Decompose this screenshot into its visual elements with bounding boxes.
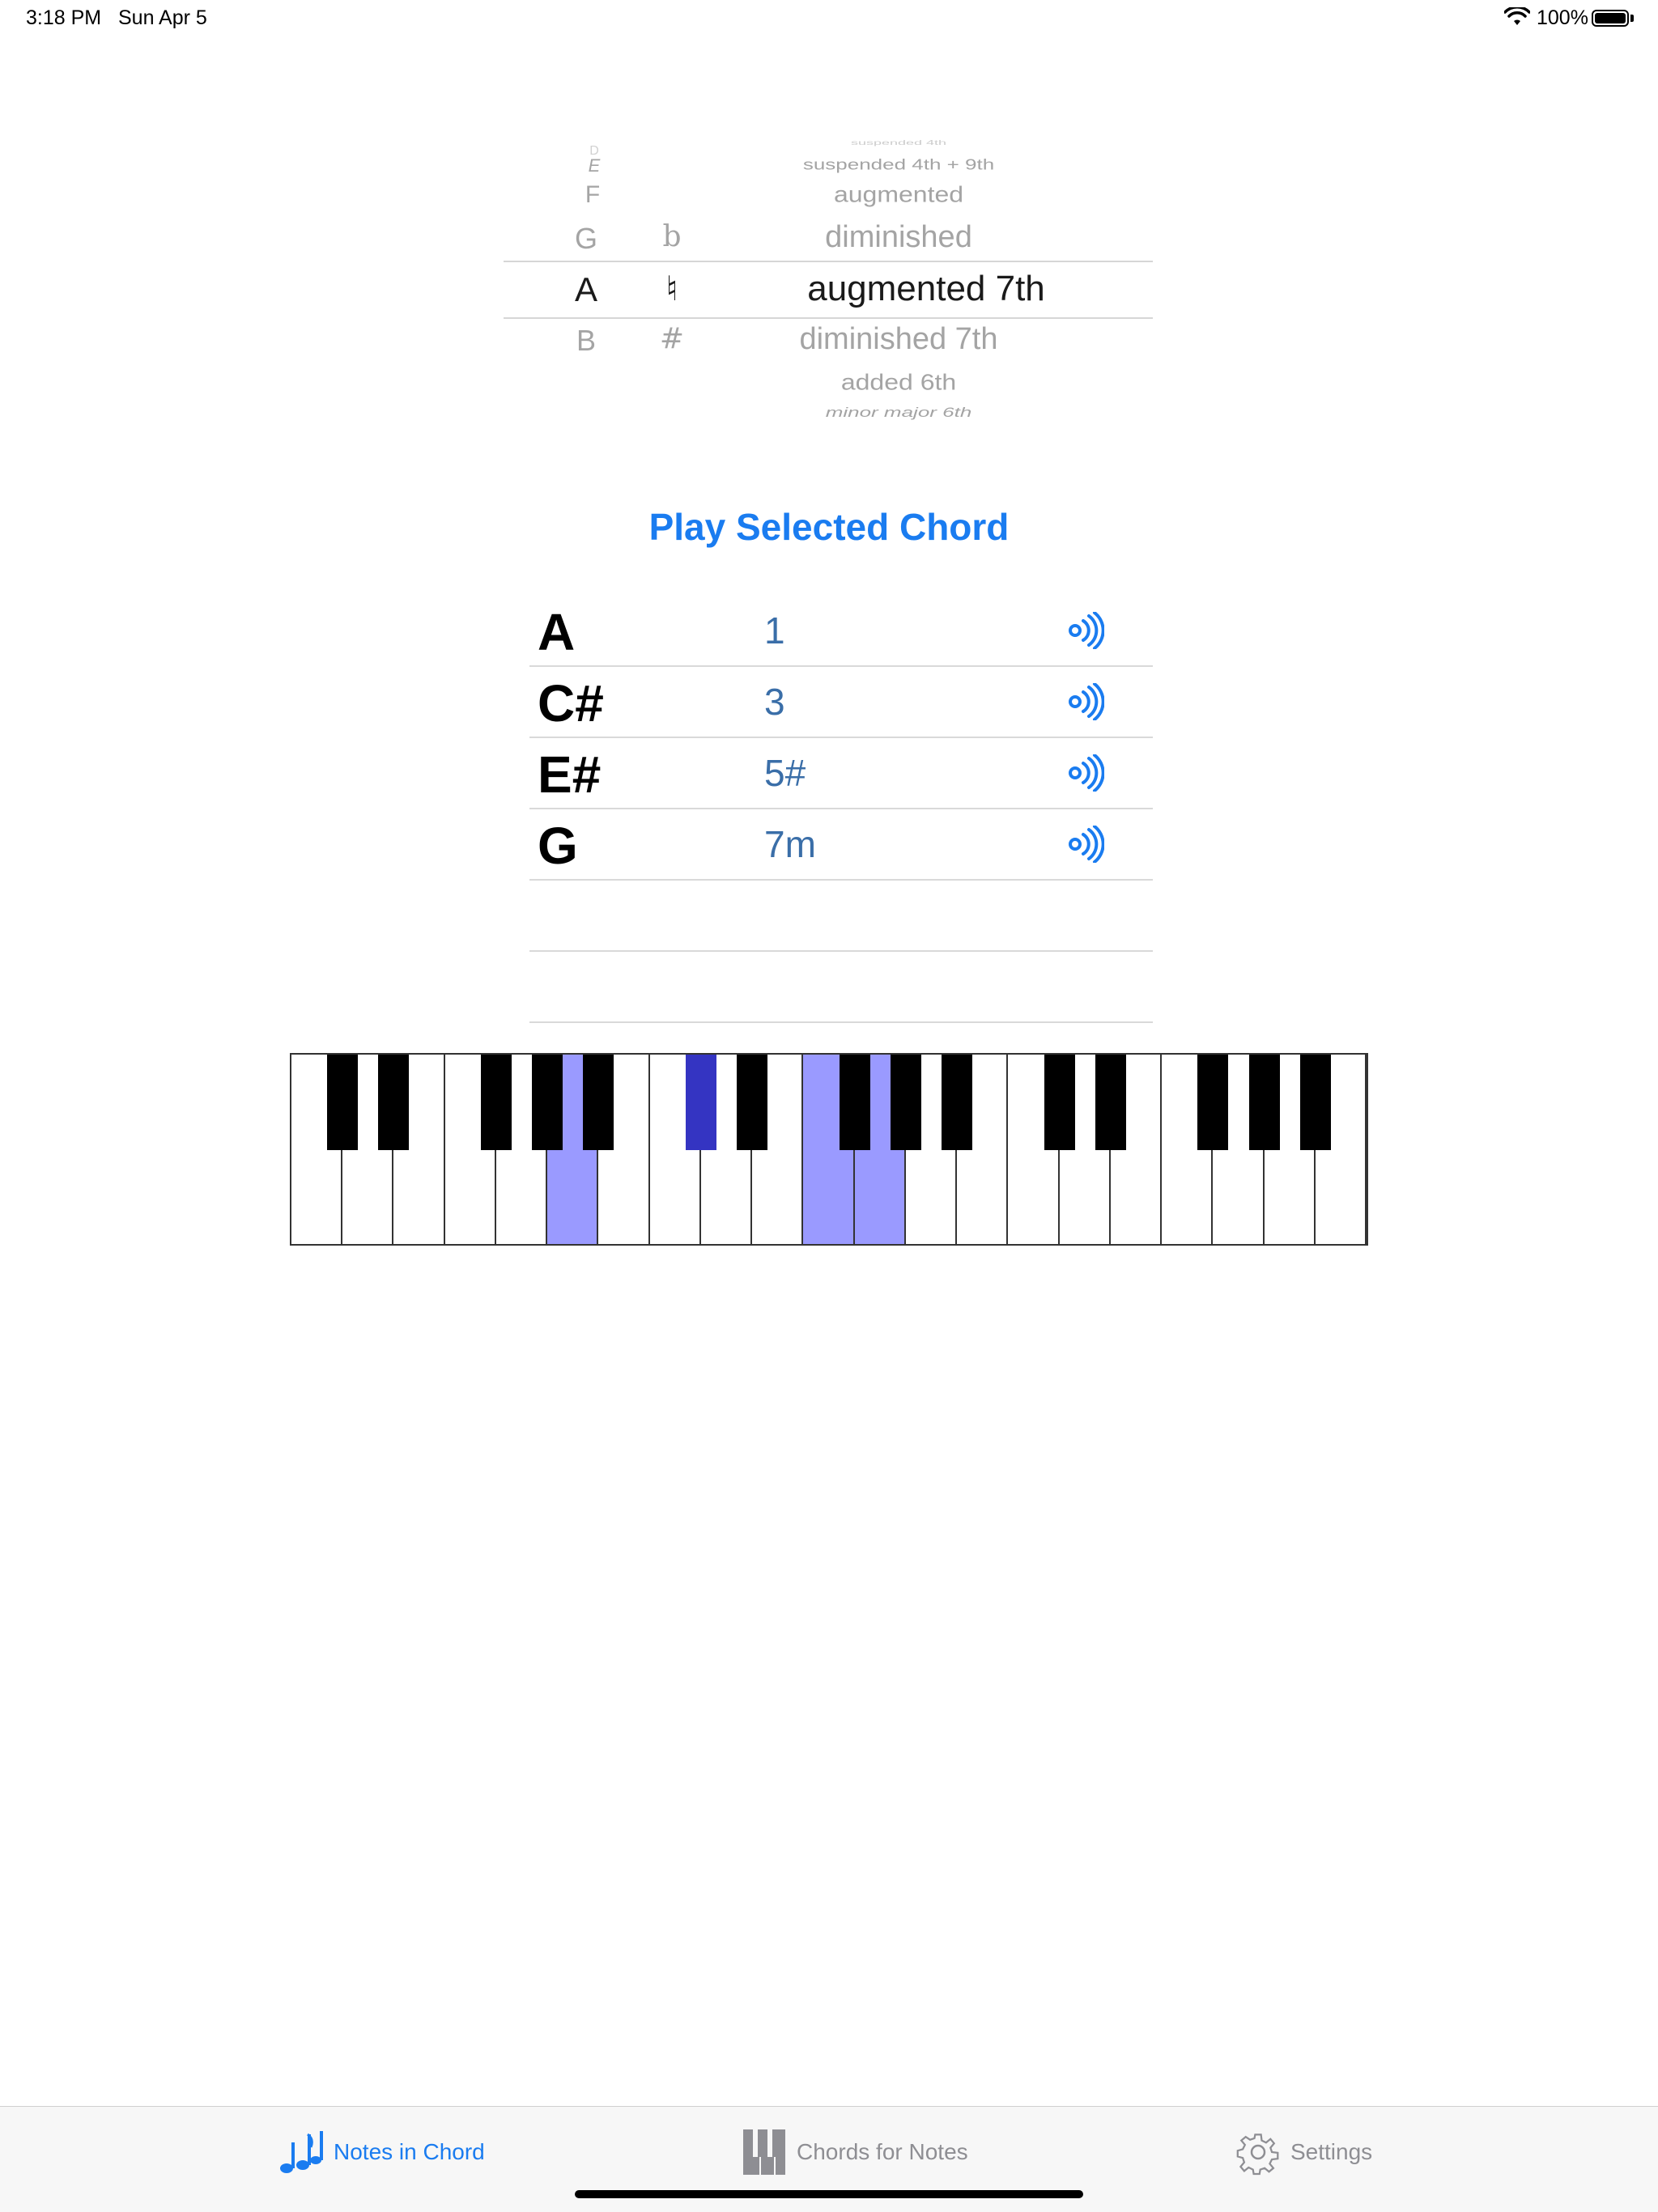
tab-chords-for-notes[interactable]: Chords for Notes: [742, 2128, 968, 2176]
note-name: E#: [538, 745, 602, 804]
piano-keys-icon: [743, 2129, 785, 2175]
speaker-icon[interactable]: [1067, 754, 1104, 792]
black-key[interactable]: [890, 1055, 921, 1150]
picker-quality-option[interactable]: diminished: [696, 220, 1101, 255]
chord-note-row[interactable]: A 1: [529, 594, 1153, 667]
tab-settings[interactable]: Settings: [1235, 2128, 1372, 2176]
picker-selection-top-line: [504, 261, 1153, 262]
note-degree: 7m: [764, 823, 816, 865]
battery-percent: 100%: [1537, 6, 1588, 29]
status-date: Sun Apr 5: [118, 6, 207, 29]
note-name: A: [538, 603, 576, 661]
play-selected-chord-button[interactable]: Play Selected Chord: [567, 505, 1091, 549]
black-key[interactable]: [378, 1055, 410, 1150]
picker-quality-option[interactable]: added 6th: [696, 369, 1101, 396]
chord-picker[interactable]: D E F G A B b ♮ # suspended 4th suspende…: [504, 129, 1153, 429]
piano-keyboard[interactable]: [290, 1053, 1368, 1246]
picker-root-option[interactable]: F: [576, 181, 609, 209]
black-key[interactable]: [1248, 1055, 1280, 1150]
picker-selection-bottom-line: [504, 317, 1153, 319]
picker-quality-option[interactable]: augmented: [696, 181, 1101, 208]
speaker-icon[interactable]: [1067, 683, 1104, 720]
picker-accidental-option[interactable]: b: [656, 220, 688, 253]
picker-quality-option[interactable]: minor major 6th: [696, 404, 1101, 420]
tab-label: Notes in Chord: [334, 2139, 485, 2164]
picker-accidental-option[interactable]: #: [656, 322, 688, 355]
status-bar: 3:18 PM Sun Apr 5 100%: [0, 0, 1658, 39]
picker-quality-option[interactable]: suspended 4th: [696, 139, 1101, 146]
home-indicator: [575, 2190, 1083, 2198]
picker-quality-selected[interactable]: augmented 7th: [696, 269, 1156, 309]
picker-quality-option[interactable]: diminished 7th: [696, 322, 1101, 357]
chord-note-row[interactable]: E# 5#: [529, 737, 1153, 809]
note-degree: 3: [764, 681, 785, 723]
note-name: G: [538, 817, 578, 875]
black-key[interactable]: [1095, 1055, 1126, 1150]
gear-icon: [1236, 2133, 1279, 2176]
picker-root-option[interactable]: B: [570, 324, 602, 358]
chord-note-row-empty: [529, 950, 1153, 1023]
note-degree: 1: [764, 609, 785, 652]
black-key[interactable]: [327, 1055, 359, 1150]
black-key[interactable]: [1197, 1055, 1229, 1150]
chord-note-row[interactable]: C# 3: [529, 665, 1153, 738]
picker-root-selected[interactable]: A: [568, 270, 604, 309]
black-key[interactable]: [1044, 1055, 1075, 1150]
music-notes-icon: [280, 2131, 323, 2173]
chord-note-row-empty: [529, 879, 1153, 952]
tab-label: Settings: [1290, 2139, 1373, 2164]
picker-root-option[interactable]: G: [570, 222, 602, 256]
picker-accidental-selected[interactable]: ♮: [656, 269, 688, 308]
black-key[interactable]: [480, 1055, 512, 1150]
battery-nub: [1630, 15, 1634, 22]
speaker-icon[interactable]: [1067, 612, 1104, 649]
speaker-icon[interactable]: [1067, 826, 1104, 863]
picker-root-option[interactable]: E: [578, 155, 610, 176]
black-key[interactable]: [532, 1055, 563, 1150]
chord-note-row[interactable]: G 7m: [529, 808, 1153, 881]
black-key[interactable]: [583, 1055, 614, 1150]
note-name: C#: [538, 674, 604, 732]
picker-quality-option[interactable]: suspended 4th + 9th: [696, 156, 1101, 174]
black-key[interactable]: [685, 1055, 716, 1150]
wifi-icon: [1504, 7, 1530, 25]
black-key[interactable]: [942, 1055, 973, 1150]
status-time: 3:18 PM: [26, 6, 102, 29]
black-key[interactable]: [839, 1055, 870, 1150]
note-degree: 5#: [764, 752, 806, 794]
black-key[interactable]: [737, 1055, 768, 1150]
tab-notes-in-chord[interactable]: Notes in Chord: [278, 2128, 485, 2176]
black-key[interactable]: [1299, 1055, 1331, 1150]
tab-label: Chords for Notes: [797, 2139, 968, 2164]
battery-icon: [1592, 10, 1629, 27]
